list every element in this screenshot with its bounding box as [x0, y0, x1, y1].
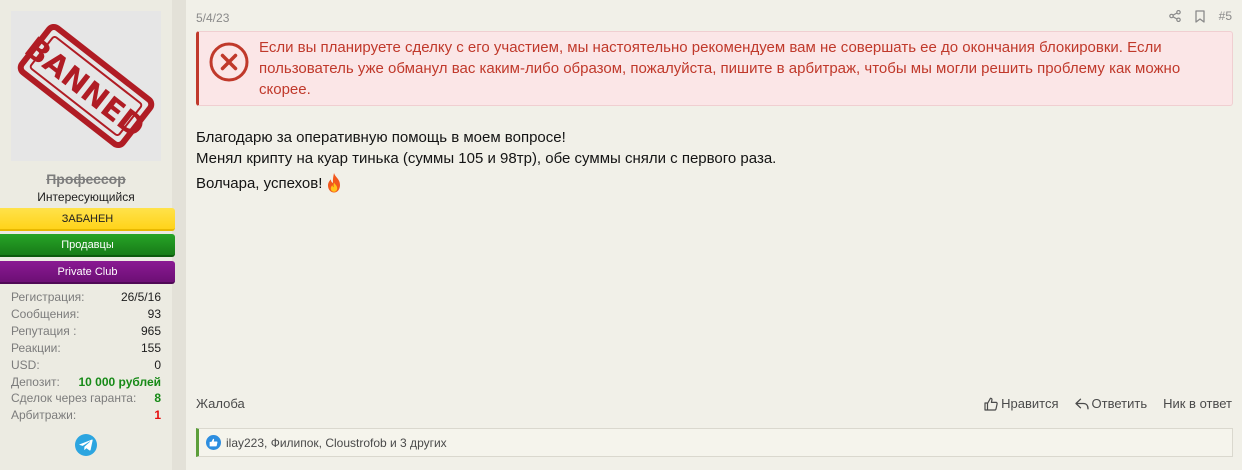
- message-line: Менял крипту на куар тинька (суммы 105 и…: [196, 150, 777, 167]
- stat-registration: Регистрация: 26/5/16: [11, 289, 161, 306]
- stat-label: Сообщения:: [11, 306, 80, 321]
- report-link[interactable]: Жалоба: [196, 396, 245, 411]
- sellers-banner: Продавцы: [0, 234, 175, 257]
- stat-value: 10 000 рублей: [78, 374, 161, 389]
- stat-value[interactable]: 93: [148, 306, 161, 323]
- fire-emoji-icon: [328, 173, 341, 193]
- message-body: Благодарю за оперативную помощь в моем в…: [196, 127, 1226, 194]
- user-title: Интересующийся: [37, 190, 135, 204]
- stat-usd: USD: 0: [11, 357, 161, 374]
- post-actions: #5: [1168, 9, 1232, 23]
- username[interactable]: Профессор: [0, 171, 172, 187]
- stat-label: Регистрация:: [11, 290, 85, 304]
- post-number[interactable]: #5: [1219, 9, 1232, 23]
- stat-value: 26/5/16: [120, 290, 161, 304]
- message-line: Волчара, успехов!: [196, 175, 323, 192]
- user-panel: BANNED Профессор Интересующийся ЗАБАНЕН …: [0, 0, 175, 470]
- reactions-bar[interactable]: ilay223, Филипок, Cloustrofob и 3 других: [196, 428, 1233, 457]
- like-label: Нравится: [1001, 396, 1059, 411]
- stat-value[interactable]: 1: [154, 407, 161, 424]
- stat-label: USD:: [11, 357, 40, 372]
- stat-messages: Сообщения: 93: [11, 306, 161, 323]
- stat-reputation: Репутация : 965: [11, 323, 161, 340]
- stat-label: Сделок через гаранта:: [11, 391, 137, 406]
- stat-label: Депозит:: [11, 374, 60, 389]
- like-reaction-icon: [206, 435, 221, 450]
- thumbs-up-icon: [984, 397, 998, 411]
- reply-button[interactable]: Ответить: [1074, 396, 1148, 411]
- footer-actions: Нравится Ответить Ник в ответ: [984, 396, 1232, 411]
- reply-arrow-icon: [1074, 398, 1089, 409]
- reactions-list[interactable]: ilay223, Филипок, Cloustrofob и 3 других: [226, 436, 447, 450]
- stat-value: 965: [140, 323, 161, 338]
- message-line: Благодарю за оперативную помощь в моем в…: [196, 129, 566, 146]
- banned-stamp-icon: BANNED: [17, 23, 155, 149]
- telegram-plane-icon: [79, 439, 93, 451]
- telegram-icon[interactable]: [75, 434, 97, 456]
- reply-label: Ответить: [1091, 396, 1148, 411]
- private-club-banner: Private Club: [0, 261, 175, 284]
- stat-value: 155: [140, 340, 161, 355]
- share-icon[interactable]: [1168, 10, 1181, 22]
- stat-value[interactable]: 8: [154, 390, 161, 407]
- mention-nick-button[interactable]: Ник в ответ: [1163, 396, 1232, 411]
- stat-deposit: Депозит: 10 000 рублей: [11, 374, 161, 391]
- avatar[interactable]: BANNED: [11, 11, 161, 161]
- stat-label: Арбитражи:: [11, 408, 77, 423]
- error-circle-icon: [209, 42, 249, 82]
- stat-value: 0: [154, 357, 161, 372]
- post: 5/4/23 #5 Если вы планируете сделку с ег…: [186, 0, 1242, 470]
- stat-label: Репутация :: [11, 323, 77, 338]
- post-date[interactable]: 5/4/23: [196, 11, 229, 25]
- stat-guarantor-deals: Сделок через гаранта: 8: [11, 390, 161, 407]
- warning-text: Если вы планируете сделку с его участием…: [259, 39, 1181, 98]
- stat-arbitrage: Арбитражи: 1: [11, 407, 161, 424]
- message-line-with-emoji: Волчара, успехов!: [196, 172, 1226, 194]
- user-stats: Регистрация: 26/5/16 Сообщения: 93 Репут…: [11, 289, 161, 424]
- stat-label: Реакции:: [11, 340, 61, 355]
- banned-banner: ЗАБАНЕН: [0, 208, 175, 231]
- like-button[interactable]: Нравится: [984, 396, 1059, 411]
- bookmark-icon[interactable]: [1194, 9, 1205, 23]
- stat-reactions: Реакции: 155: [11, 340, 161, 357]
- post-footer: Жалоба Нравится Ответить Ник в ответ: [196, 394, 1232, 414]
- ban-warning-notice: Если вы планируете сделку с его участием…: [196, 31, 1233, 106]
